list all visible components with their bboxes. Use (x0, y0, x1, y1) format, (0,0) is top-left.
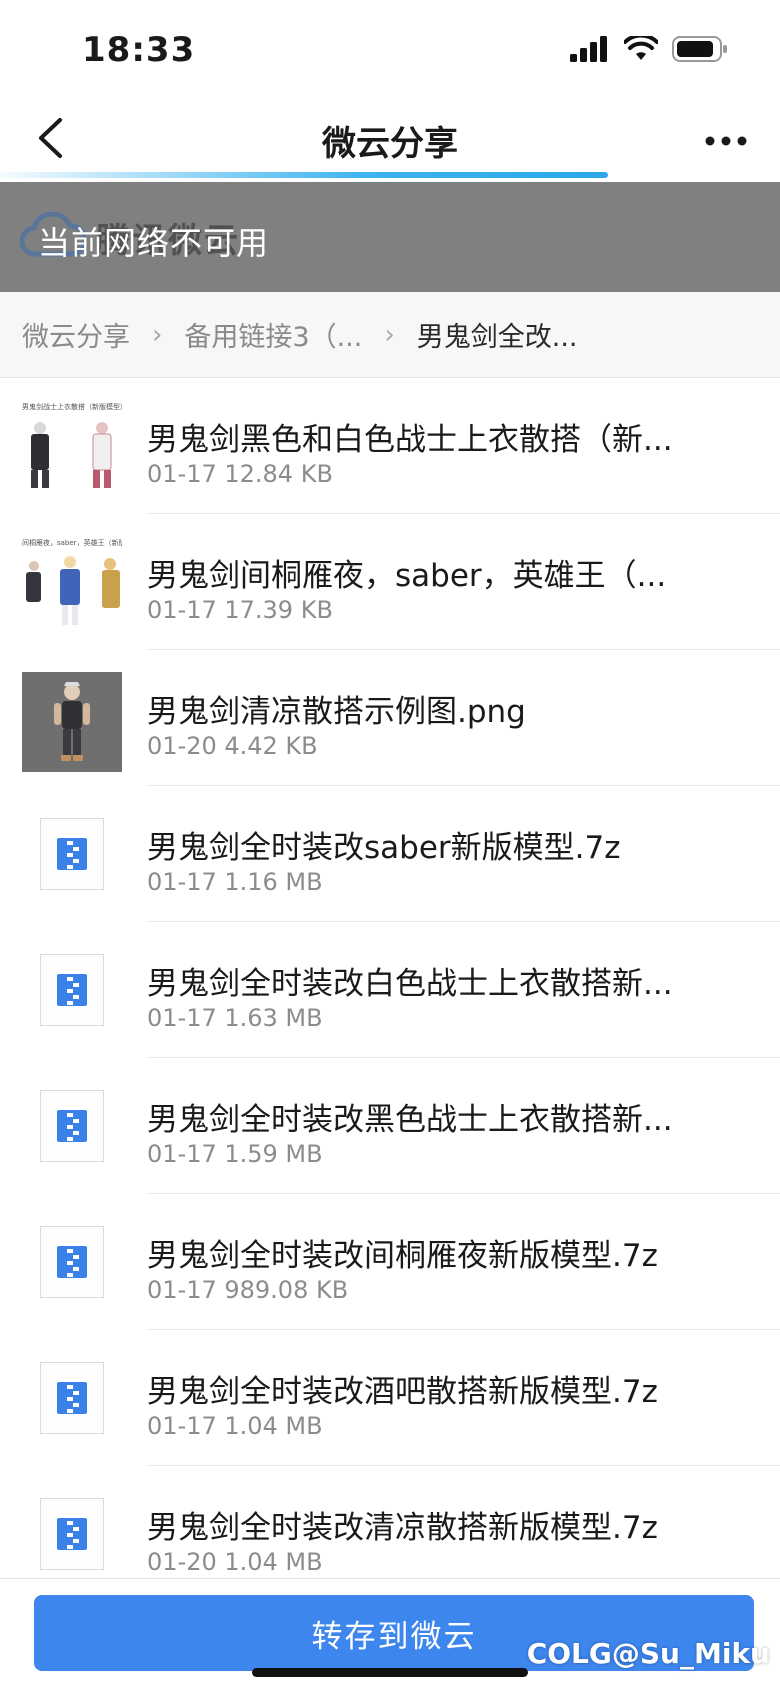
file-meta: 01-17 12.84 KB (147, 460, 333, 488)
file-meta: 01-17 17.39 KB (147, 596, 333, 624)
more-dots-icon (705, 131, 747, 150)
status-bar: 18:33 (0, 0, 780, 100)
file-meta: 01-20 4.42 KB (147, 732, 318, 760)
chevron-right-icon: › (384, 319, 395, 350)
file-meta: 01-17 1.59 MB (147, 1140, 323, 1168)
file-row[interactable]: 男鬼剑全时装改saber新版模型.7z 01-17 1.16 MB (0, 786, 780, 922)
breadcrumb-item-folder[interactable]: 备用链接3（... (184, 315, 362, 354)
wifi-icon (623, 33, 659, 66)
network-unavailable-text: 当前网络不可用 (38, 224, 270, 262)
file-name: 男鬼剑全时装改酒吧散搭新版模型.7z (147, 1374, 658, 1410)
image-thumbnail (22, 672, 122, 772)
battery-icon (672, 36, 728, 66)
chevron-right-icon: › (152, 319, 163, 350)
status-icons (570, 33, 728, 66)
file-name: 男鬼剑全时装改黑色战士上衣散搭新... (147, 1102, 673, 1138)
zip-file-icon (40, 1090, 104, 1162)
file-row[interactable]: 男鬼剑全时装改酒吧散搭新版模型.7z 01-17 1.04 MB (0, 1330, 780, 1466)
file-row[interactable]: 男鬼剑清凉散搭示例图.png 01-20 4.42 KB (0, 650, 780, 786)
cellular-signal-icon (570, 36, 610, 66)
file-row[interactable]: 男鬼剑战士上衣散搭（新版模型） 男鬼剑黑色和白色战士上衣散搭（新... 01-1… (0, 378, 780, 514)
file-meta: 01-20 1.04 MB (147, 1548, 323, 1576)
page-title: 微云分享 (322, 124, 458, 164)
home-indicator (252, 1668, 528, 1677)
file-row[interactable]: 男鬼剑全时装改黑色战士上衣散搭新... 01-17 1.59 MB (0, 1058, 780, 1194)
file-meta: 01-17 1.04 MB (147, 1412, 323, 1440)
file-name: 男鬼剑全时装改白色战士上衣散搭新... (147, 966, 673, 1002)
more-options-button[interactable] (696, 114, 756, 166)
file-meta: 01-17 1.63 MB (147, 1004, 323, 1032)
zip-file-icon (40, 1362, 104, 1434)
loading-progress-fill (0, 172, 609, 178)
file-name: 男鬼剑全时装改间桐雁夜新版模型.7z (147, 1238, 658, 1274)
breadcrumb-item-root[interactable]: 微云分享 (22, 315, 130, 354)
zip-file-icon (40, 954, 104, 1026)
breadcrumb: 微云分享 › 备用链接3（... › 男鬼剑全改... (0, 292, 780, 378)
nav-bar: 微云分享 (0, 100, 780, 180)
file-name: 男鬼剑黑色和白色战士上衣散搭（新... (147, 422, 673, 458)
colg-watermark: COLG@Su_Miku (526, 1637, 770, 1670)
status-time: 18:33 (82, 30, 196, 70)
file-meta: 01-17 989.08 KB (147, 1276, 349, 1304)
zip-file-icon (40, 1498, 104, 1570)
file-list: 男鬼剑战士上衣散搭（新版模型） 男鬼剑黑色和白色战士上衣散搭（新... 01-1… (0, 378, 780, 1602)
file-row[interactable]: 男鬼剑全时装改间桐雁夜新版模型.7z 01-17 989.08 KB (0, 1194, 780, 1330)
image-thumbnail: 男鬼剑战士上衣散搭（新版模型） (22, 400, 122, 500)
breadcrumb-item-current: 男鬼剑全改... (416, 322, 578, 353)
file-meta: 01-17 1.16 MB (147, 868, 323, 896)
zip-file-icon (40, 818, 104, 890)
image-thumbnail: 间桐雁夜，saber，英雄王（新版模型） (22, 536, 122, 636)
file-name: 男鬼剑全时装改清凉散搭新版模型.7z (147, 1510, 658, 1546)
file-name: 男鬼剑间桐雁夜，saber，英雄王（... (147, 558, 667, 594)
zip-file-icon (40, 1226, 104, 1298)
loading-progress-bar (0, 172, 780, 178)
file-name: 男鬼剑清凉散搭示例图.png (147, 694, 526, 730)
file-name: 男鬼剑全时装改saber新版模型.7z (147, 830, 621, 866)
file-row[interactable]: 男鬼剑全时装改白色战士上衣散搭新... 01-17 1.63 MB (0, 922, 780, 1058)
network-status-banner: 腾讯微云 当前网络不可用 (0, 182, 780, 292)
file-row[interactable]: 间桐雁夜，saber，英雄王（新版模型） 男鬼剑间桐雁夜，saber，英雄王（.… (0, 514, 780, 650)
